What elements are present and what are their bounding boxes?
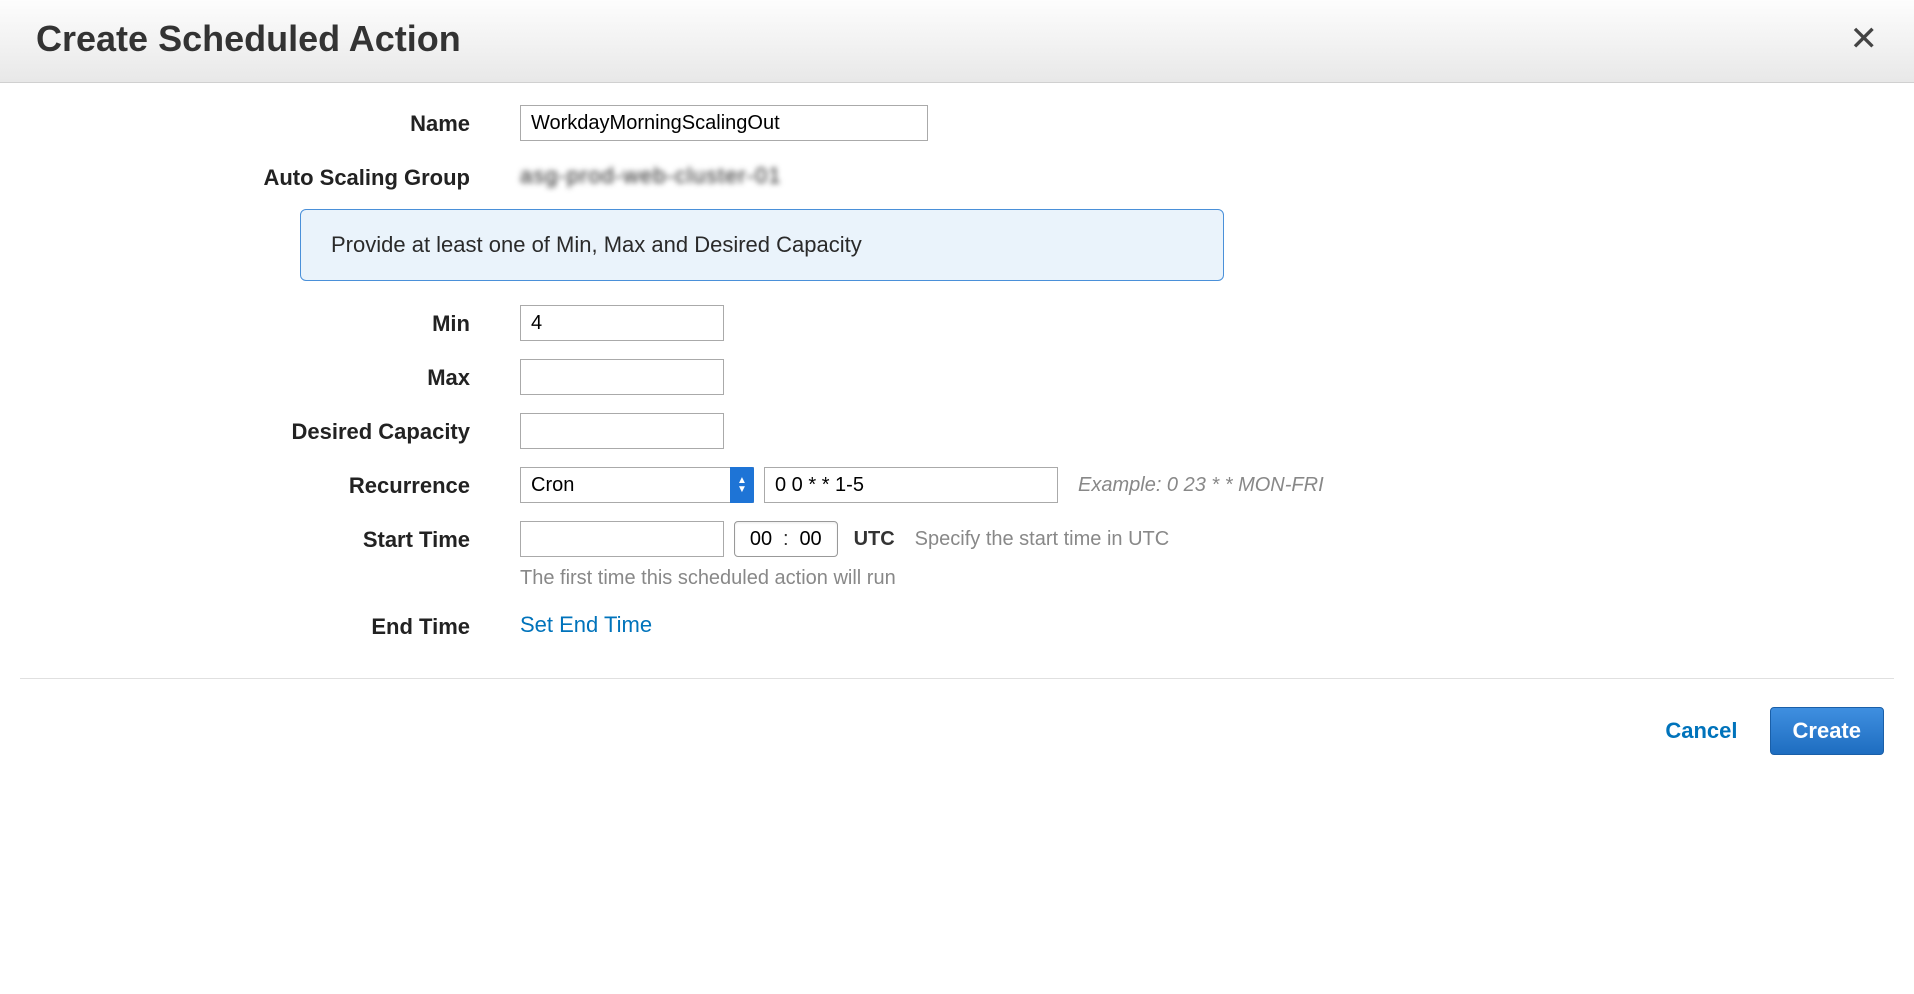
cancel-button[interactable]: Cancel <box>1659 717 1743 745</box>
label-name: Name <box>20 105 520 137</box>
start-time-inline-helper: Specify the start time in UTC <box>915 528 1170 551</box>
dialog-title: Create Scheduled Action <box>36 18 461 60</box>
dialog-body: Name Auto Scaling Group asg-prod-web-clu… <box>0 83 1914 668</box>
row-auto-scaling-group: Auto Scaling Group asg-prod-web-cluster-… <box>20 159 1894 191</box>
start-minute-input[interactable] <box>793 527 829 552</box>
create-scheduled-action-dialog: Create Scheduled Action ✕ Name Auto Scal… <box>0 0 1914 785</box>
dialog-footer: Cancel Create <box>20 678 1894 785</box>
start-hour-input[interactable] <box>743 527 779 552</box>
label-desired-capacity: Desired Capacity <box>20 413 520 445</box>
label-auto-scaling-group: Auto Scaling Group <box>20 159 520 191</box>
timezone-label: UTC <box>854 528 895 551</box>
capacity-info-message: Provide at least one of Min, Max and Des… <box>300 209 1224 281</box>
label-recurrence: Recurrence <box>20 467 520 499</box>
cron-example-hint: Example: 0 23 * * MON-FRI <box>1078 474 1324 497</box>
label-end-time: End Time <box>20 608 520 640</box>
max-input[interactable] <box>520 359 724 395</box>
row-min: Min <box>20 305 1894 341</box>
time-colon: : <box>779 528 793 551</box>
row-recurrence: Recurrence Cron ▲▼ Example: 0 23 * * MON… <box>20 467 1894 503</box>
recurrence-select-wrap: Cron ▲▼ <box>520 467 754 503</box>
label-max: Max <box>20 359 520 391</box>
create-button[interactable]: Create <box>1770 707 1884 755</box>
cron-expression-input[interactable] <box>764 467 1058 503</box>
close-icon[interactable]: ✕ <box>1844 22 1885 56</box>
recurrence-select[interactable]: Cron <box>520 467 754 503</box>
row-end-time: End Time Set End Time <box>20 608 1894 640</box>
set-end-time-link[interactable]: Set End Time <box>520 608 652 638</box>
row-name: Name <box>20 105 1894 141</box>
start-time-box: : <box>734 521 838 557</box>
min-input[interactable] <box>520 305 724 341</box>
row-desired-capacity: Desired Capacity <box>20 413 1894 449</box>
name-input[interactable] <box>520 105 928 141</box>
desired-capacity-input[interactable] <box>520 413 724 449</box>
start-date-input[interactable] <box>520 521 724 557</box>
label-min: Min <box>20 305 520 337</box>
start-time-helper: The first time this scheduled action wil… <box>520 567 896 590</box>
label-start-time: Start Time <box>20 521 520 553</box>
auto-scaling-group-value: asg-prod-web-cluster-01 <box>520 159 781 189</box>
dialog-header: Create Scheduled Action ✕ <box>0 0 1914 83</box>
row-start-time: Start Time : UTC Specify the start time … <box>20 521 1894 590</box>
row-max: Max <box>20 359 1894 395</box>
